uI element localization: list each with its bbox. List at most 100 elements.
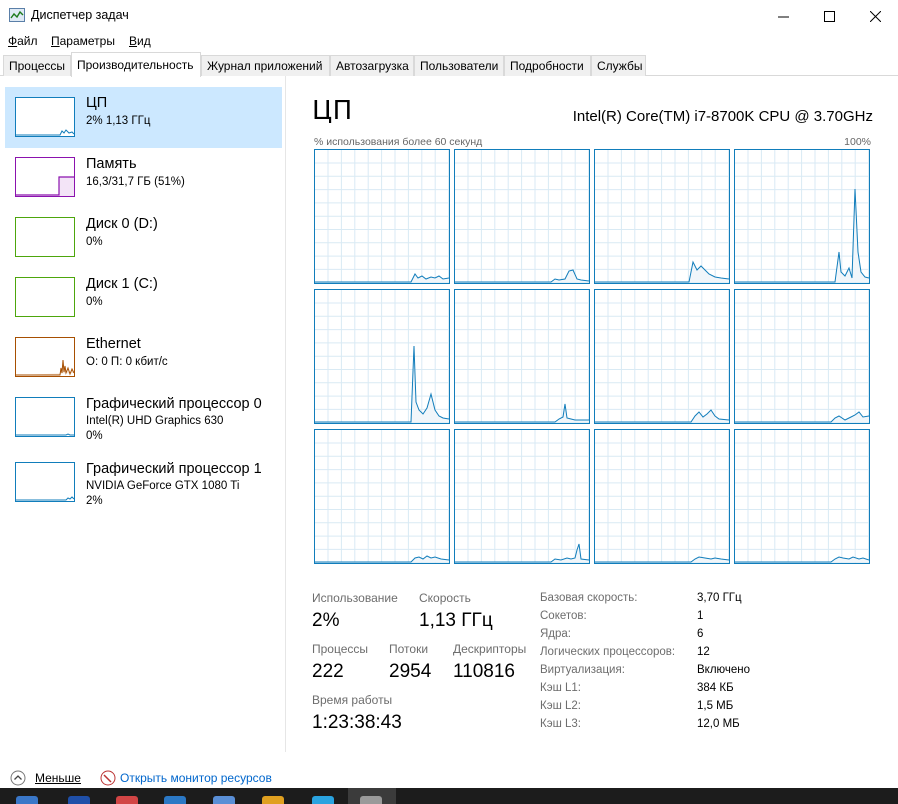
sidebar-gpu0-model: Intel(R) UHD Graphics 630: [86, 415, 224, 427]
logical-processor-graph: [454, 429, 590, 564]
graph-axis-caption: % использования более 60 секунд: [314, 136, 483, 148]
detail-value: 3,70 ГГц: [697, 592, 742, 604]
sidebar-gpu1-model: NVIDIA GeForce GTX 1080 Ti: [86, 480, 240, 492]
detail-key: Кэш L1:: [540, 682, 581, 694]
close-button[interactable]: [852, 0, 898, 32]
logical-processor-graph: [594, 429, 730, 564]
detail-key: Кэш L3:: [540, 718, 581, 730]
ethernet-thumbnail-graph: [15, 337, 75, 377]
sidebar-item-ethernet[interactable]: Ethernet О: 0 П: 0 кбит/с: [5, 328, 282, 388]
window-title: Диспетчер задач: [31, 8, 129, 22]
detail-value: Включено: [697, 664, 751, 676]
app-icon-1[interactable]: [164, 796, 186, 804]
tab-services[interactable]: Службы: [591, 55, 646, 76]
handles-value: 110816: [453, 661, 515, 682]
menu-file-label: айл: [17, 34, 38, 48]
menu-options-label: араметры: [59, 34, 115, 48]
disk0-thumbnail-graph: [15, 217, 75, 257]
folder-icon[interactable]: [68, 796, 90, 804]
detail-key: Виртуализация:: [540, 664, 625, 676]
gpu1-thumbnail-graph: [15, 462, 75, 502]
detail-key: Кэш L2:: [540, 700, 581, 712]
sidebar: ЦП 2% 1,13 ГГц Память 16,3/31,7 ГБ (51%)…: [0, 76, 286, 752]
threads-value: 2954: [389, 661, 432, 682]
detail-key: Базовая скорость:: [540, 592, 638, 604]
logical-processor-graph: [314, 149, 450, 284]
sidebar-item-gpu1[interactable]: Графический процессор 1 NVIDIA GeForce G…: [5, 454, 282, 520]
detail-key: Логических процессоров:: [540, 646, 676, 658]
uptime-label: Время работы: [312, 693, 393, 707]
detail-value: 12,0 МБ: [697, 718, 740, 730]
sidebar-ethernet-sub: О: 0 П: 0 кбит/с: [86, 356, 168, 368]
sidebar-item-disk0[interactable]: Диск 0 (D:) 0%: [5, 208, 282, 268]
menu-options[interactable]: Параметры: [51, 34, 115, 48]
sidebar-item-memory[interactable]: Память 16,3/31,7 ГБ (51%): [5, 148, 282, 208]
footer: Меньше Открыть монитор ресурсов: [0, 760, 898, 788]
menu-file[interactable]: Файл: [8, 34, 38, 48]
sidebar-item-disk1[interactable]: Диск 1 (C:) 0%: [5, 268, 282, 328]
logical-processor-graph: [454, 149, 590, 284]
tab-performance[interactable]: Производительность: [71, 52, 201, 77]
logical-processor-graph: [734, 429, 870, 564]
minimize-button[interactable]: [760, 0, 806, 32]
processes-label: Процессы: [312, 642, 369, 656]
tab-details[interactable]: Подробности: [504, 55, 591, 76]
sidebar-memory-name: Память: [86, 156, 137, 172]
menu-bar: Файл Параметры Вид: [0, 32, 898, 52]
uptime-value: 1:23:38:43: [312, 712, 402, 733]
menu-file-accel: Ф: [8, 34, 18, 48]
sidebar-item-gpu0[interactable]: Графический процессор 0 Intel(R) UHD Gra…: [5, 388, 282, 454]
open-resource-monitor-link[interactable]: Открыть монитор ресурсов: [120, 771, 272, 785]
logical-processor-graph: [734, 289, 870, 424]
memory-thumbnail-graph: [15, 157, 75, 197]
usage-label: Использование: [312, 591, 398, 605]
detail-value: 384 КБ: [697, 682, 734, 694]
sidebar-disk0-name: Диск 0 (D:): [86, 216, 158, 232]
tab-users[interactable]: Пользователи: [414, 55, 504, 76]
detail-key: Ядра:: [540, 628, 572, 640]
gpu0-thumbnail-graph: [15, 397, 75, 437]
usage-value: 2%: [312, 610, 340, 631]
menu-view-accel: В: [129, 34, 138, 48]
disk1-thumbnail-graph: [15, 277, 75, 317]
sidebar-item-cpu[interactable]: ЦП 2% 1,13 ГГц: [5, 87, 282, 148]
tab-processes[interactable]: Процессы: [3, 55, 71, 76]
app-icon-3[interactable]: [262, 796, 284, 804]
cpu-model: Intel(R) Core(TM) i7-8700K CPU @ 3.70GHz: [572, 108, 873, 125]
taskmgr-icon[interactable]: [360, 796, 382, 804]
logical-processor-graph: [594, 149, 730, 284]
handles-label: Дескрипторы: [453, 642, 527, 656]
browser-icon[interactable]: [116, 796, 138, 804]
logical-processor-graph: [314, 429, 450, 564]
telegram-icon[interactable]: [312, 796, 334, 804]
fewer-details-button[interactable]: Меньше: [35, 771, 81, 785]
processes-value: 222: [312, 661, 344, 682]
fewer-details-label: Меньше: [35, 771, 81, 785]
maximize-button[interactable]: [806, 0, 852, 32]
title-bar: Диспетчер задач: [0, 0, 898, 32]
sidebar-cpu-sub: 2% 1,13 ГГц: [86, 115, 151, 127]
cpu-thumbnail-graph: [15, 97, 75, 137]
sidebar-gpu0-usage: 0%: [86, 430, 103, 442]
speed-label: Скорость: [419, 591, 471, 605]
detail-value: 1,5 МБ: [697, 700, 734, 712]
sidebar-gpu0-name: Графический процессор 0: [86, 396, 262, 412]
menu-view[interactable]: Вид: [129, 34, 151, 48]
app-icon-2[interactable]: [213, 796, 235, 804]
sidebar-memory-sub: 16,3/31,7 ГБ (51%): [86, 176, 185, 188]
logical-processor-graph: [594, 289, 730, 424]
logical-processor-graph: [734, 149, 870, 284]
detail-value: 12: [697, 646, 710, 658]
task-manager-icon: [9, 8, 25, 22]
sidebar-disk1-sub: 0%: [86, 296, 103, 308]
tab-app-history[interactable]: Журнал приложений: [201, 55, 330, 76]
menu-options-accel: П: [51, 34, 60, 48]
tab-startup[interactable]: Автозагрузка: [330, 55, 414, 76]
threads-label: Потоки: [389, 642, 429, 656]
detail-key: Сокетов:: [540, 610, 587, 622]
sidebar-gpu1-usage: 2%: [86, 495, 103, 507]
logical-processor-graph: [314, 289, 450, 424]
start-icon[interactable]: [16, 796, 38, 804]
detail-value: 6: [697, 628, 704, 640]
detail-value: 1: [697, 610, 704, 622]
